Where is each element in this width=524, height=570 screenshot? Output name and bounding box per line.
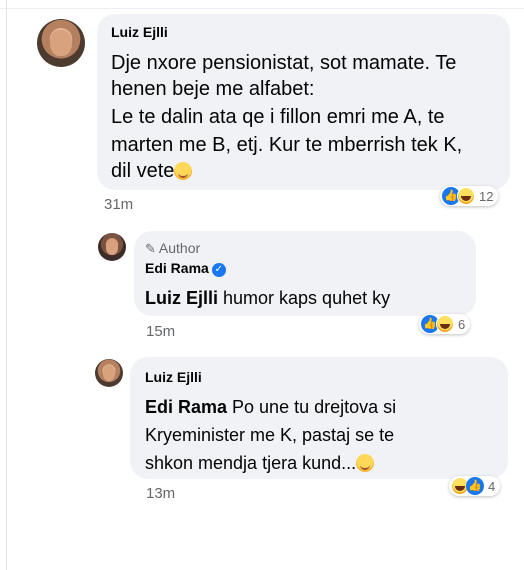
feed-left-border — [6, 0, 7, 570]
verified-badge-icon: ✓ — [211, 263, 226, 277]
like-reaction-icon: 👍 — [466, 477, 484, 495]
reaction-count: 4 — [488, 478, 496, 494]
avatar-luiz-ejlli[interactable] — [37, 19, 85, 67]
avatar-edi-rama[interactable] — [98, 233, 126, 261]
comment-text-line-1: Dje nxore pensionistat, sot mamate. Te — [111, 52, 457, 74]
pencil-icon: ✎ — [145, 241, 156, 256]
reply-2-line-2: Kryeminister me K, pastaj se te — [145, 425, 395, 445]
reply-2-body-1: Po une tu drejtova si — [227, 397, 397, 417]
haha-reaction-icon — [457, 187, 475, 205]
comment-text-line-2: henen beje me alfabet: — [111, 78, 315, 100]
haha-reaction-icon — [436, 315, 454, 333]
author-badge: ✎ Author — [145, 240, 200, 257]
comment-reactions[interactable]: 👍 12 — [440, 186, 499, 206]
comment-timestamp[interactable]: 31m — [104, 196, 133, 213]
reply-author-name[interactable]: Edi Rama ✓ — [145, 260, 226, 277]
comment-text-line-5: dil vete — [111, 158, 193, 184]
reply-2-body-3: shkon mendja tjera kund... — [145, 453, 357, 473]
reaction-count: 6 — [458, 316, 466, 332]
wink-emoji-icon — [356, 454, 375, 472]
comment-text-line-3: Le te dalin ata qe i fillon emri me A, t… — [111, 106, 445, 128]
reply-2-author-name[interactable]: Luiz Ejlli — [145, 369, 202, 385]
reply-text: Luiz Ejlli humor kaps quhet ky — [145, 284, 390, 312]
reply-2-line-3: shkon mendja tjera kund... — [145, 449, 375, 477]
reply-reactions[interactable]: 👍 6 — [419, 314, 471, 334]
mention-luiz-ejlli[interactable]: Luiz Ejlli — [145, 288, 218, 308]
author-badge-label: Author — [158, 240, 201, 256]
comment-text-line-4: marten me B, etj. Kur te mberrish tek K, — [111, 134, 463, 156]
reply-2-line-1: Edi Rama Po une tu drejtova si — [145, 393, 396, 421]
reply-2-timestamp[interactable]: 13m — [146, 485, 175, 502]
comment-last-line: dil vete — [111, 160, 175, 182]
mention-edi-rama[interactable]: Edi Rama — [145, 397, 227, 417]
reply-2-reactions[interactable]: 👍 4 — [449, 476, 501, 496]
reply-body: humor kaps quhet ky — [218, 288, 391, 308]
comment-author-name[interactable]: Luiz Ejlli — [111, 24, 168, 40]
reply-author-label: Edi Rama — [145, 260, 209, 276]
avatar-luiz-ejlli-small[interactable] — [95, 359, 123, 387]
wink-emoji-icon — [174, 162, 193, 180]
reaction-count: 12 — [479, 188, 494, 204]
reply-timestamp[interactable]: 15m — [146, 323, 175, 340]
top-divider — [0, 8, 524, 9]
